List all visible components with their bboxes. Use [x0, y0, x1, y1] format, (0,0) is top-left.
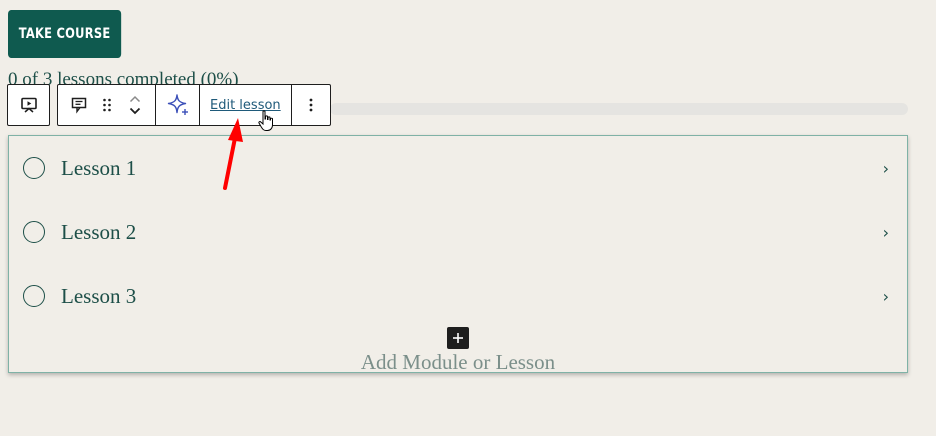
lesson-row[interactable]: Lesson 1 › — [9, 148, 907, 188]
block-type-button[interactable] — [58, 85, 100, 125]
lesson-block-icon — [71, 97, 87, 114]
select-parent-button[interactable] — [8, 85, 49, 125]
lesson-status-circle-icon — [23, 157, 45, 179]
take-course-label: TAKE COURSE — [18, 26, 111, 42]
block-toolbar-parent — [7, 84, 50, 126]
drag-handle[interactable] — [100, 85, 114, 125]
block-toolbar: Edit lesson — [57, 84, 331, 126]
lesson-status-circle-icon — [23, 221, 45, 243]
ai-button[interactable] — [156, 85, 200, 125]
progress-bar — [330, 103, 908, 115]
move-buttons — [114, 85, 156, 125]
add-module-or-lesson-label[interactable]: Add Module or Lesson — [9, 350, 907, 375]
drag-handle-icon — [103, 98, 111, 112]
add-block-button[interactable] — [447, 327, 469, 349]
slideshow-icon — [20, 97, 37, 113]
edit-lesson-link[interactable]: Edit lesson — [200, 85, 292, 125]
take-course-button[interactable]: TAKE COURSE — [8, 10, 122, 58]
move-up-icon[interactable] — [128, 93, 142, 105]
lesson-title: Lesson 2 — [61, 219, 137, 244]
lesson-row[interactable]: Lesson 2 › — [9, 212, 907, 252]
more-options-icon — [309, 98, 313, 112]
sparkle-icon — [167, 94, 188, 115]
lesson-list: Lesson 1 › Lesson 2 › Lesson 3 › Add Mod… — [8, 135, 908, 375]
more-options-button[interactable] — [292, 85, 330, 125]
plus-icon — [453, 333, 463, 343]
move-down-icon[interactable] — [128, 105, 142, 117]
lesson-row[interactable]: Lesson 3 › — [9, 276, 907, 316]
lesson-title: Lesson 3 — [61, 283, 137, 308]
chevron-right-icon: › — [882, 286, 889, 306]
chevron-right-icon: › — [882, 158, 889, 178]
chevron-right-icon: › — [882, 222, 889, 242]
lesson-status-circle-icon — [23, 285, 45, 307]
lesson-title: Lesson 1 — [61, 155, 137, 180]
